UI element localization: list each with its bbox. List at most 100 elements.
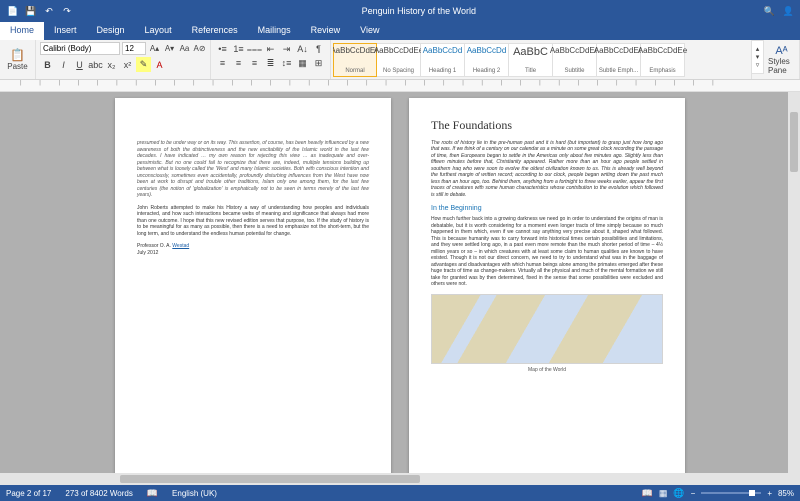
indent-button[interactable]: ⇥: [279, 42, 294, 56]
style-normal[interactable]: AaBbCcDdEeNormal: [333, 43, 377, 77]
styles-gallery[interactable]: AaBbCcDdEeNormalAaBbCcDdEeNo SpacingAaBb…: [333, 42, 751, 77]
styles-group: AaBbCcDdEeNormalAaBbCcDdEeNo SpacingAaBb…: [331, 40, 752, 79]
zoom-out-button[interactable]: −: [691, 489, 696, 498]
line-spacing-button[interactable]: ↕≡: [279, 56, 294, 70]
outdent-button[interactable]: ⇤: [263, 42, 278, 56]
font-size-select[interactable]: [122, 42, 146, 55]
tab-review[interactable]: Review: [301, 22, 351, 40]
vertical-scrollbar[interactable]: [788, 92, 800, 485]
redo-button[interactable]: ↷: [60, 4, 74, 18]
tab-references[interactable]: References: [182, 22, 248, 40]
style-preview: AaBbCcDdEe: [374, 46, 423, 55]
tab-mailings[interactable]: Mailings: [248, 22, 301, 40]
zoom-slider-knob[interactable]: [749, 490, 755, 496]
chapter-intro: The roots of history lie in the pre-huma…: [431, 140, 663, 199]
style-label: Heading 1: [429, 68, 456, 74]
style-no-spacing[interactable]: AaBbCcDdEeNo Spacing: [377, 43, 421, 77]
page-counter[interactable]: Page 2 of 17: [6, 489, 51, 498]
font-name-select[interactable]: [40, 42, 120, 55]
tab-home[interactable]: Home: [0, 22, 44, 40]
styles-pane-button[interactable]: Aᴬ Styles Pane: [764, 40, 800, 79]
subscript-button[interactable]: x₂: [104, 57, 119, 72]
page-2: The Foundations The roots of history lie…: [409, 98, 685, 485]
zoom-in-button[interactable]: +: [767, 489, 772, 498]
sort-button[interactable]: A↓: [295, 42, 310, 56]
tab-view[interactable]: View: [350, 22, 389, 40]
chapter-title: The Foundations: [431, 118, 663, 134]
bold-button[interactable]: B: [40, 57, 55, 72]
style-label: Title: [525, 68, 536, 74]
page1-blurb: presumed to be under way or on its way. …: [137, 140, 369, 199]
highlight-button[interactable]: ✎: [136, 57, 151, 72]
spellcheck-icon[interactable]: 📖: [147, 488, 158, 499]
app-icon[interactable]: 📄: [6, 4, 20, 18]
style-title[interactable]: AaBbCTitle: [509, 43, 553, 77]
strikethrough-button[interactable]: abc: [88, 57, 103, 72]
vertical-scroll-thumb[interactable]: [790, 112, 798, 172]
shrink-font-button[interactable]: A▾: [163, 42, 176, 55]
section-body: How much further back into a growing dar…: [431, 216, 663, 288]
style-subtle-emph-[interactable]: AaBbCcDdEe Subtle Emph...: [597, 43, 641, 77]
tab-design[interactable]: Design: [87, 22, 135, 40]
zoom-level[interactable]: 85%: [778, 489, 794, 498]
style-label: Subtle Emph...: [599, 68, 638, 74]
search-icon[interactable]: 🔍: [764, 6, 775, 17]
document-title: Penguin History of the World: [74, 6, 764, 16]
multilevel-button[interactable]: ⩶: [247, 42, 262, 56]
align-right-button[interactable]: ≡: [247, 56, 262, 70]
styles-pane-icon: Aᴬ: [775, 45, 787, 57]
title-right-controls: 🔍 👤: [764, 6, 800, 17]
language-indicator[interactable]: English (UK): [172, 489, 217, 498]
page-1: presumed to be under way or on its way. …: [115, 98, 391, 485]
undo-button[interactable]: ↶: [42, 4, 56, 18]
underline-button[interactable]: U: [72, 57, 87, 72]
style-preview: AaBbCcDd: [423, 46, 463, 55]
shading-button[interactable]: ▦: [295, 56, 310, 70]
style-label: Subtitle: [564, 68, 584, 74]
style-preview: AaBbCcDd: [467, 46, 507, 55]
read-mode-button[interactable]: 📖: [642, 488, 653, 499]
style-emphasis[interactable]: AaBbCcDdEeEmphasis: [641, 43, 685, 77]
paragraph-marks-button[interactable]: ¶: [311, 42, 326, 56]
numbering-button[interactable]: 1≡: [231, 42, 246, 56]
horizontal-ruler[interactable]: | | | | | | | | | | | | | | | | | | | | …: [0, 80, 800, 92]
style-label: Heading 2: [473, 68, 500, 74]
section-heading: In the Beginning: [431, 204, 663, 213]
align-left-button[interactable]: ≡: [215, 56, 230, 70]
horizontal-scrollbar[interactable]: [0, 473, 788, 485]
font-group: A▴ A▾ Aa A⊘ B I U abc x₂ x² ✎ A: [36, 40, 211, 79]
tab-layout[interactable]: Layout: [135, 22, 182, 40]
horizontal-scroll-thumb[interactable]: [120, 475, 420, 483]
document-canvas[interactable]: presumed to be under way or on its way. …: [0, 92, 800, 485]
chevron-down-icon[interactable]: ▾: [756, 53, 760, 61]
bullets-button[interactable]: •≡: [215, 42, 230, 56]
italic-button[interactable]: I: [56, 57, 71, 72]
status-bar: Page 2 of 17 273 of 8402 Words 📖 English…: [0, 485, 800, 501]
style-heading-1[interactable]: AaBbCcDd Heading 1: [421, 43, 465, 77]
justify-button[interactable]: ≣: [263, 56, 278, 70]
web-layout-button[interactable]: 🌐: [673, 488, 684, 499]
clear-formatting-button[interactable]: A⊘: [193, 42, 206, 55]
tab-insert[interactable]: Insert: [44, 22, 87, 40]
style-heading-2[interactable]: AaBbCcDd Heading 2: [465, 43, 509, 77]
user-icon[interactable]: 👤: [783, 6, 794, 17]
chevron-up-icon[interactable]: ▴: [756, 45, 760, 53]
style-preview: AaBbCcDdEe: [594, 46, 643, 55]
paste-group[interactable]: 📋 Paste: [0, 40, 36, 79]
print-layout-button[interactable]: ▦: [659, 488, 668, 499]
title-bar: 📄 💾 ↶ ↷ Penguin History of the World 🔍 👤: [0, 0, 800, 22]
grow-font-button[interactable]: A▴: [148, 42, 161, 55]
zoom-slider[interactable]: [701, 492, 761, 494]
superscript-button[interactable]: x²: [120, 57, 135, 72]
signature-name: Westad: [172, 243, 189, 249]
word-count[interactable]: 273 of 8402 Words: [65, 489, 132, 498]
style-preview: AaBbCcDdEe: [333, 46, 380, 55]
save-button[interactable]: 💾: [24, 4, 38, 18]
styles-gallery-scroll[interactable]: ▴ ▾ ▿: [752, 40, 764, 74]
change-case-button[interactable]: Aa: [178, 42, 191, 55]
style-subtitle[interactable]: AaBbCcDdEeSubtitle: [553, 43, 597, 77]
font-color-button[interactable]: A: [152, 57, 167, 72]
align-center-button[interactable]: ≡: [231, 56, 246, 70]
gallery-expand-icon[interactable]: ▿: [756, 61, 760, 69]
borders-button[interactable]: ⊞: [311, 56, 326, 70]
